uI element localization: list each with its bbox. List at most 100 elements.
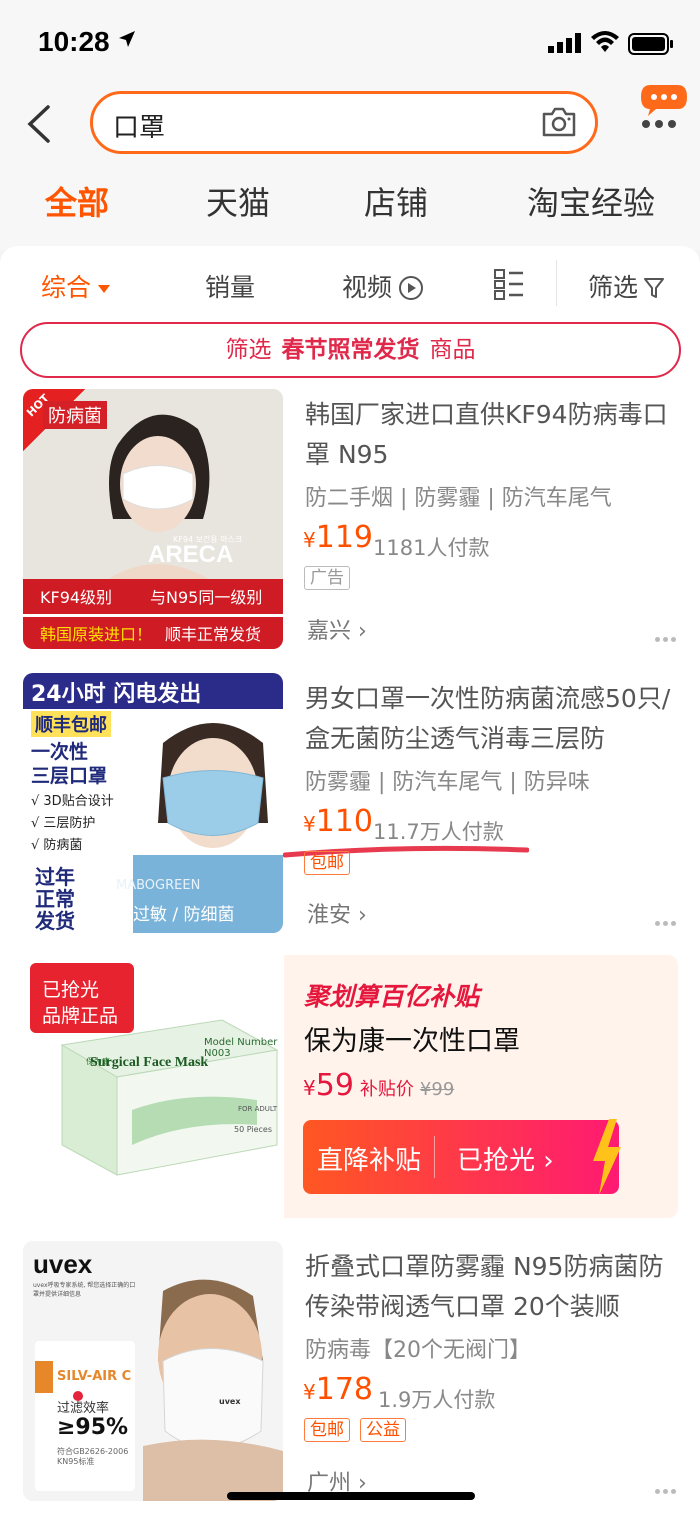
img-line1a: KF94级别 [40, 588, 113, 607]
product-title[interactable]: 折叠式口罩防雾霾 N95防病菌防传染带阀透气口罩 20个装顺 [305, 1247, 675, 1327]
banner-post: 商品 [429, 337, 476, 363]
sort-comprehensive[interactable]: 综合 [41, 268, 111, 304]
sales-count: 1.9万人付款 [378, 1388, 496, 1412]
list-view-icon[interactable] [494, 268, 524, 300]
more-options-icon[interactable] [655, 1479, 679, 1498]
price-value: 119 [315, 520, 373, 555]
message-bubble-icon[interactable] [640, 84, 688, 118]
price-value: 110 [315, 804, 373, 839]
wifi-icon [591, 31, 619, 52]
img-c2: √ 三层防护 [31, 816, 96, 831]
sort-filter[interactable]: 筛选 [588, 268, 665, 304]
ju-product-image[interactable]: 已抢光 品牌正品 保为康 Model Number N003 Surgical … [22, 955, 284, 1218]
tab-shops[interactable]: 店铺 [364, 178, 428, 224]
img-brand: MABOGREEN [116, 878, 201, 893]
sort-divider [556, 260, 557, 306]
ju-heading: 聚划算百亿补贴 [304, 982, 480, 1011]
home-indicator[interactable] [227, 1492, 475, 1500]
ju-price-value: 59 [315, 1068, 354, 1103]
ju-buy-button[interactable]: 直降补贴 已抢光 › [303, 1119, 621, 1195]
img-eff: 过滤效率 [57, 1401, 110, 1416]
sort-filter-label: 筛选 [588, 273, 639, 302]
product-price: ¥178 [303, 1372, 373, 1407]
ju-subsidy-label: 补贴价 [359, 1079, 414, 1100]
more-options-icon[interactable] [655, 911, 679, 930]
box-label: Surgical Face Mask [90, 1055, 209, 1070]
img-t2: 三层口罩 [31, 765, 108, 787]
back-chevron-icon[interactable] [22, 104, 58, 144]
genuine-text: 品牌正品 [42, 1005, 119, 1027]
ju-btn-left: 直降补贴 [317, 1146, 422, 1176]
red-dot-marker [73, 1391, 83, 1401]
product-tags: 防病毒【20个无阀门】 [305, 1338, 531, 1363]
product-title[interactable]: 韩国厂家进口直供KF94防病毒口罩 N95 [305, 395, 675, 475]
img-line2b: 顺丰正常发货 [165, 625, 262, 644]
price-value: 178 [315, 1372, 373, 1407]
sort-sales[interactable]: 销量 [205, 268, 255, 304]
city-name: 嘉兴 [307, 619, 352, 644]
product-image[interactable]: uvex uvex呼吸专家系统, 帮您选择正确的口罩并提供详细信息 SILV-A… [23, 1241, 283, 1501]
category-tabs: 全部 天猫 店铺 淘宝经验 [0, 178, 700, 222]
filter-banner[interactable]: 筛选 春节照常发货 商品 [20, 322, 681, 378]
play-circle-icon [399, 276, 424, 300]
shop-city[interactable]: 淮安 › [307, 897, 367, 929]
tab-taobao-experience[interactable]: 淘宝经验 [527, 178, 655, 224]
uvex-logo: uvex [33, 1249, 93, 1279]
sales-count: 1181人付款 [373, 536, 490, 560]
ad-badge: 广告 [304, 566, 350, 590]
product-title[interactable]: 男女口罩一次性防病菌流感50只/盒无菌防尘透气消毒三层防 [305, 679, 675, 759]
img-bottom: 防过敏 / 防细菌 [116, 905, 235, 925]
status-time: 10:28 [38, 26, 110, 57]
ju-original-price: ¥99 [419, 1079, 455, 1100]
sold-out-text: 已抢光 [42, 979, 100, 1001]
box-adult: FOR ADULT [238, 1105, 278, 1113]
img-sf: 顺丰包邮 [31, 711, 111, 737]
mask-logo: uvex [219, 1397, 241, 1406]
filter-funnel-icon [644, 278, 665, 298]
charity-badge: 公益 [360, 1418, 406, 1442]
free-shipping-badge: 包邮 [304, 851, 350, 875]
img-line1b: 与N95同一级别 [150, 588, 263, 607]
search-input[interactable]: 口罩 [113, 107, 165, 144]
sales-count: 11.7万人付款 [373, 820, 504, 844]
img-model: SILV-AIR C [57, 1369, 132, 1384]
img-pct: ≥95% [57, 1415, 129, 1440]
location-arrow-icon [119, 31, 135, 47]
battery-icon [628, 33, 673, 55]
status-bar: 10:28 [0, 0, 700, 80]
corner-label: 防病菌 [43, 401, 107, 429]
ju-product-name[interactable]: 保为康一次性口罩 [304, 1019, 520, 1058]
ju-btn-right-label: 已抢光 [457, 1146, 536, 1176]
img-c1: √ 3D贴合设计 [31, 794, 114, 809]
banner-pre: 筛选 [225, 337, 272, 363]
camera-icon[interactable] [541, 106, 577, 138]
banner-highlight: 春节照常发货 [281, 337, 420, 363]
product-image[interactable]: 24小时 闪电发出 顺丰包邮 一次性 三层口罩 √ 3D贴合设计 √ 三层防护 … [23, 673, 283, 933]
box-pieces: 50 Pieces [234, 1125, 273, 1134]
ju-price: ¥59 补贴价 ¥99 [303, 1068, 455, 1103]
more-dots-icon[interactable] [641, 119, 677, 129]
product-tags: 防二手烟 | 防雾霾 | 防汽车尾气 [305, 486, 612, 511]
ju-btn-divider [434, 1136, 435, 1178]
product-price: ¥119 [303, 520, 373, 555]
product-tags: 防雾霾 | 防汽车尾气 | 防异味 [305, 770, 590, 795]
sort-bar: 综合 销量 视频 筛选 [0, 260, 700, 310]
more-options-icon[interactable] [655, 627, 679, 646]
signal-icon [548, 33, 581, 53]
product-image[interactable]: HOT 防病菌 KF94 보건용 마스크 ARECA KF94级别 与N95同一… [23, 389, 283, 649]
tab-all[interactable]: 全部 [45, 178, 109, 224]
sort-comprehensive-label: 综合 [41, 273, 92, 302]
img-std: 符合GB2626-2006 KN95标准 [57, 1447, 129, 1466]
img-c3: √ 防病菌 [31, 838, 83, 853]
sort-video[interactable]: 视频 [342, 268, 424, 304]
search-box[interactable]: 口罩 [90, 91, 598, 154]
img-t1: 一次性 [31, 741, 89, 763]
juhuasuan-card[interactable]: 已抢光 品牌正品 保为康 Model Number N003 Surgical … [22, 955, 678, 1218]
tab-tmall[interactable]: 天猫 [206, 178, 270, 224]
shop-city[interactable]: 嘉兴 › [307, 613, 367, 645]
img-y3: 发货 [35, 909, 75, 933]
img-line2a: 韩国原装进口！ [40, 625, 153, 644]
lightning-icon [593, 1119, 621, 1195]
product-price: ¥110 [303, 804, 373, 839]
free-shipping-badge: 包邮 [304, 1418, 350, 1442]
